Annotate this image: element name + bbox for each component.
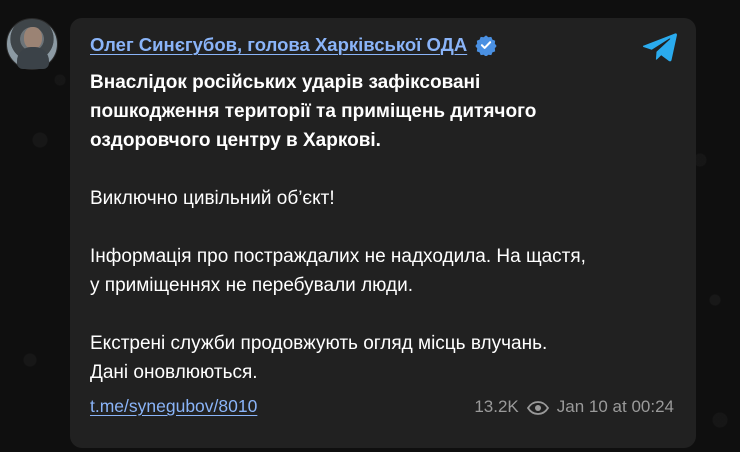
post-meta: 13.2K Jan 10 at 00:24 <box>474 397 674 417</box>
eye-icon <box>526 400 549 415</box>
post-footer: t.me/synegubov/8010 13.2K Jan 10 at 00:2… <box>90 396 674 417</box>
view-count: 13.2K <box>474 396 519 416</box>
post-link[interactable]: t.me/synegubov/8010 <box>90 396 257 417</box>
message-paragraph: Інформація про постраждалих не надходила… <box>90 246 586 296</box>
avatar[interactable] <box>6 18 58 70</box>
message-body: Внаслідок російських ударів зафіксовані … <box>90 68 680 387</box>
post-header: Олег Синєгубов, голова Харківської ОДА <box>90 34 497 57</box>
message-paragraph: Виключно цивільний об’єкт! <box>90 188 335 209</box>
author-name-link[interactable]: Олег Синєгубов, голова Харківської ОДА <box>90 34 467 56</box>
verified-badge-icon <box>475 34 497 57</box>
post-card: Олег Синєгубов, голова Харківської ОДА В… <box>70 18 696 448</box>
avatar-head <box>24 27 42 49</box>
message-paragraph: Екстрені служби продовжують огляд місць … <box>90 333 548 383</box>
telegram-icon[interactable] <box>642 32 678 62</box>
post-date: Jan 10 at 00:24 <box>556 396 674 416</box>
message-paragraph: Внаслідок російських ударів зафіксовані … <box>90 72 537 151</box>
avatar-body <box>17 47 49 69</box>
